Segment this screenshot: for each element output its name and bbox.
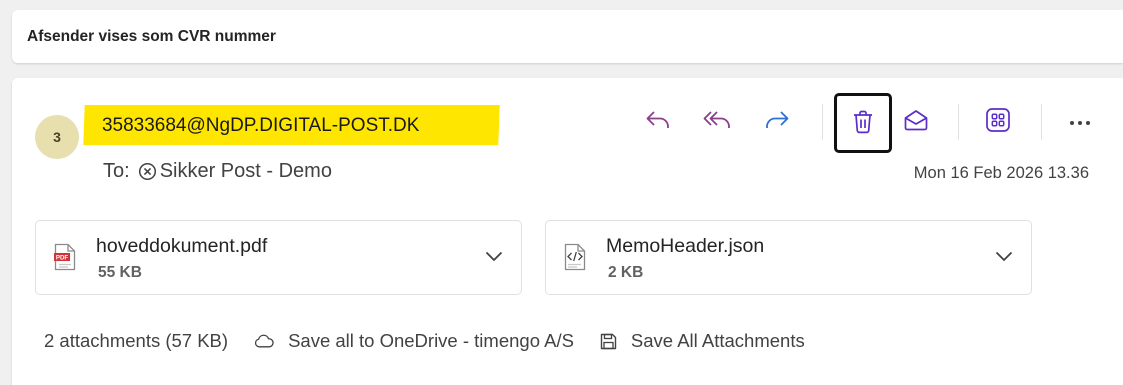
toolbar-divider	[958, 104, 959, 140]
pdf-icon: PDF	[54, 243, 76, 276]
recipient-line: To: Sikker Post - Demo	[103, 160, 332, 183]
attachment-size: 2 KB	[608, 264, 644, 281]
more-actions-button[interactable]	[1060, 101, 1100, 141]
reply-all-icon	[703, 109, 733, 134]
avatar[interactable]: 3	[35, 115, 79, 159]
apps-icon	[985, 107, 1011, 136]
recipient-name[interactable]: Sikker Post - Demo	[160, 160, 332, 183]
attachment-summary: 2 attachments (57 KB)	[44, 330, 229, 351]
code-file-icon	[564, 243, 586, 276]
reply-button[interactable]	[638, 101, 678, 141]
chevron-down-icon[interactable]	[995, 249, 1013, 267]
message-card: 3 35833684@NgDP.DIGITAL-POST.DK To: Sikk…	[12, 78, 1123, 385]
reply-all-button[interactable]	[698, 101, 738, 141]
attachment-name: hoveddokument.pdf	[96, 235, 268, 257]
toolbar-divider	[822, 104, 823, 140]
to-label: To:	[103, 160, 130, 182]
delete-button[interactable]	[834, 93, 892, 153]
cloud-icon	[254, 334, 274, 348]
avatar-initial: 3	[53, 129, 61, 145]
save-to-onedrive-button[interactable]: Save all to OneDrive - timengo A/S	[288, 330, 574, 352]
attachment-card[interactable]: MemoHeader.json 2 KB	[545, 220, 1032, 295]
forward-button[interactable]	[757, 101, 797, 141]
save-icon	[600, 333, 617, 350]
mark-read-button[interactable]	[896, 101, 936, 141]
open-envelope-icon	[903, 108, 929, 135]
attachment-size: 55 KB	[98, 264, 142, 281]
more-icon	[1069, 114, 1091, 129]
recipient-status-icon	[138, 162, 157, 181]
reply-icon	[645, 109, 671, 134]
toolbar-divider	[1041, 104, 1042, 140]
save-all-attachments-button[interactable]: Save All Attachments	[631, 330, 805, 352]
sender-highlight[interactable]: 35833684@NgDP.DIGITAL-POST.DK	[83, 105, 500, 145]
apps-button[interactable]	[978, 101, 1018, 141]
attachment-card[interactable]: PDF hoveddokument.pdf 55 KB	[35, 220, 522, 295]
attachment-name: MemoHeader.json	[606, 235, 765, 257]
message-date: Mon 16 Feb 2026 13.36	[913, 164, 1089, 182]
forward-icon	[764, 109, 790, 134]
attachment-actions: 2 attachments (57 KB) Save all to OneDri…	[44, 328, 805, 354]
trash-icon	[852, 110, 874, 137]
chevron-down-icon[interactable]	[485, 249, 503, 267]
email-subject: Afsender vises som CVR nummer	[27, 27, 276, 45]
svg-text:PDF: PDF	[56, 254, 69, 261]
sender-address[interactable]: 35833684@NgDP.DIGITAL-POST.DK	[102, 115, 419, 137]
subject-bar: Afsender vises som CVR nummer	[12, 10, 1123, 63]
